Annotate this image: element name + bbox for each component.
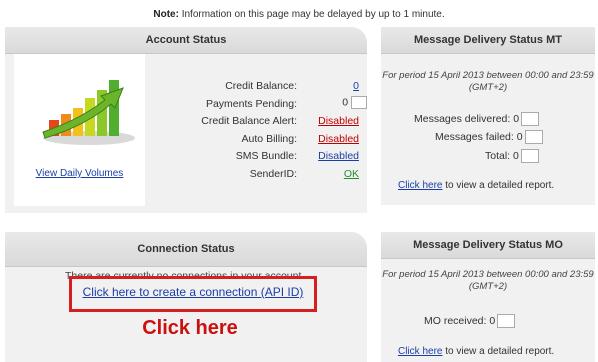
mt-title: Message Delivery Status MT (381, 27, 595, 54)
mo-received-value: 0 (489, 314, 496, 327)
mo-report-line: Click here to view a detailed report. (398, 346, 554, 357)
sms-bundle-value[interactable]: Disabled (318, 150, 359, 162)
messages-failed-row: Messages failed: 0 (435, 130, 543, 144)
mt-report-link[interactable]: Click here (398, 180, 442, 191)
mo-report-text: to view a detailed report. (442, 346, 555, 357)
mo-title: Message Delivery Status MO (381, 232, 595, 259)
credit-balance-label: Credit Balance: (225, 80, 297, 92)
delay-note: Note: Information on this page may be de… (0, 9, 598, 20)
message-delivery-mt-panel: Message Delivery Status MT For period 15… (381, 27, 595, 205)
auto-billing-value[interactable]: Disabled (318, 133, 359, 145)
sms-bundle-label: SMS Bundle: (235, 150, 297, 162)
total-row: Total: 0 (485, 149, 539, 163)
credit-balance-value[interactable]: 0 (353, 80, 359, 92)
connection-status-panel: Connection Status There are currently no… (5, 232, 367, 362)
credit-balance-alert-value[interactable]: Disabled (318, 115, 359, 127)
view-daily-volumes-link[interactable]: View Daily Volumes (14, 168, 145, 179)
messages-failed-box (524, 130, 543, 144)
note-text: Information on this page may be delayed … (178, 9, 445, 20)
payments-pending-row: Payments Pending: 0 (155, 95, 367, 116)
auto-billing-label: Auto Billing: (241, 132, 297, 145)
sender-id-label: SenderID: (249, 167, 297, 180)
mt-period: For period 15 April 2013 between 00:00 a… (382, 70, 594, 93)
payments-pending-box (351, 95, 367, 109)
account-details: Credit Balance: 0 Payments Pending: 0 Cr… (155, 80, 367, 185)
messages-failed-label: Messages failed: (435, 130, 514, 143)
total-value: 0 (513, 149, 519, 162)
connection-status-title: Connection Status (5, 232, 367, 267)
click-here-annotation: Click here (142, 317, 238, 339)
message-delivery-mo-panel: Message Delivery Status MO For period 15… (381, 232, 595, 362)
account-status-panel: Account Status View Daily Volumes Credit… (5, 27, 367, 213)
messages-delivered-label: Messages delivered: (414, 112, 511, 125)
account-status-title: Account Status (5, 27, 367, 54)
payments-pending-value: 0 (342, 95, 349, 108)
messages-delivered-value: 0 (513, 112, 520, 125)
sender-id-value[interactable]: OK (344, 168, 359, 180)
messages-delivered-row: Messages delivered: 0 (414, 112, 540, 126)
create-connection-highlight: Click here to create a connection (API I… (69, 276, 317, 312)
total-box (520, 149, 539, 163)
total-label: Total: (485, 149, 511, 162)
mo-received-label: MO received: (424, 314, 487, 327)
messages-failed-value: 0 (516, 130, 523, 143)
account-chart-area: View Daily Volumes (14, 54, 145, 206)
sms-bundle-row: SMS Bundle: Disabled (155, 150, 367, 168)
mo-received-row: MO received: 0 (424, 314, 516, 328)
note-prefix: Note: (153, 9, 179, 20)
messages-delivered-box (521, 112, 540, 126)
auto-billing-row: Auto Billing: Disabled (155, 133, 367, 151)
credit-balance-row: Credit Balance: 0 (155, 80, 367, 98)
mt-report-text: to view a detailed report. (442, 180, 555, 191)
payments-pending-label: Payments Pending: (205, 97, 297, 110)
mo-period: For period 15 April 2013 between 00:00 a… (382, 269, 594, 292)
create-connection-link[interactable]: Click here to create a connection (API I… (72, 285, 314, 299)
credit-balance-alert-label: Credit Balance Alert: (201, 115, 297, 127)
growth-chart-icon[interactable] (39, 68, 139, 148)
sender-id-row: SenderID: OK (155, 168, 367, 186)
mo-report-link[interactable]: Click here (398, 346, 442, 357)
credit-balance-alert-row: Credit Balance Alert: Disabled (155, 115, 367, 133)
mo-received-box (497, 314, 516, 328)
payments-pending-value-group: 0 (342, 95, 367, 109)
mt-report-line: Click here to view a detailed report. (398, 180, 554, 191)
